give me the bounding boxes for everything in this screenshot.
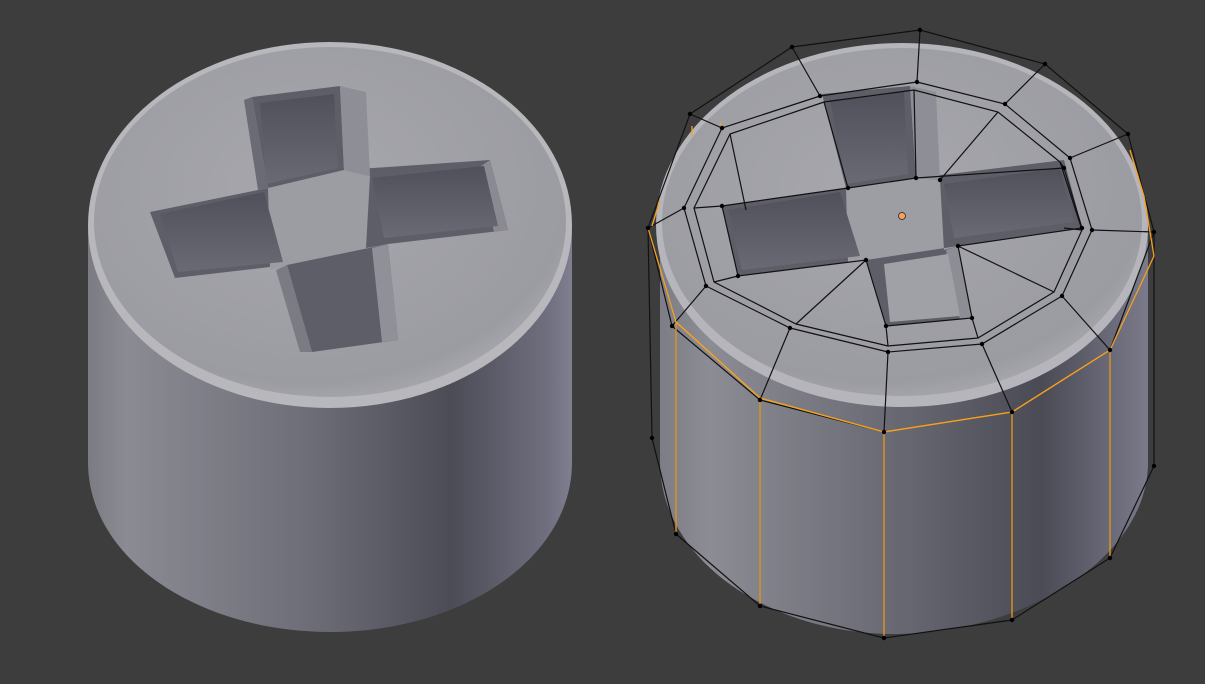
3d-viewport[interactable] [0, 0, 1205, 684]
cage-cap-object[interactable] [645, 27, 1157, 641]
object-origin-icon[interactable] [898, 212, 906, 220]
smooth-cap-object[interactable] [88, 42, 572, 632]
viewport-canvas[interactable] [0, 0, 1205, 684]
